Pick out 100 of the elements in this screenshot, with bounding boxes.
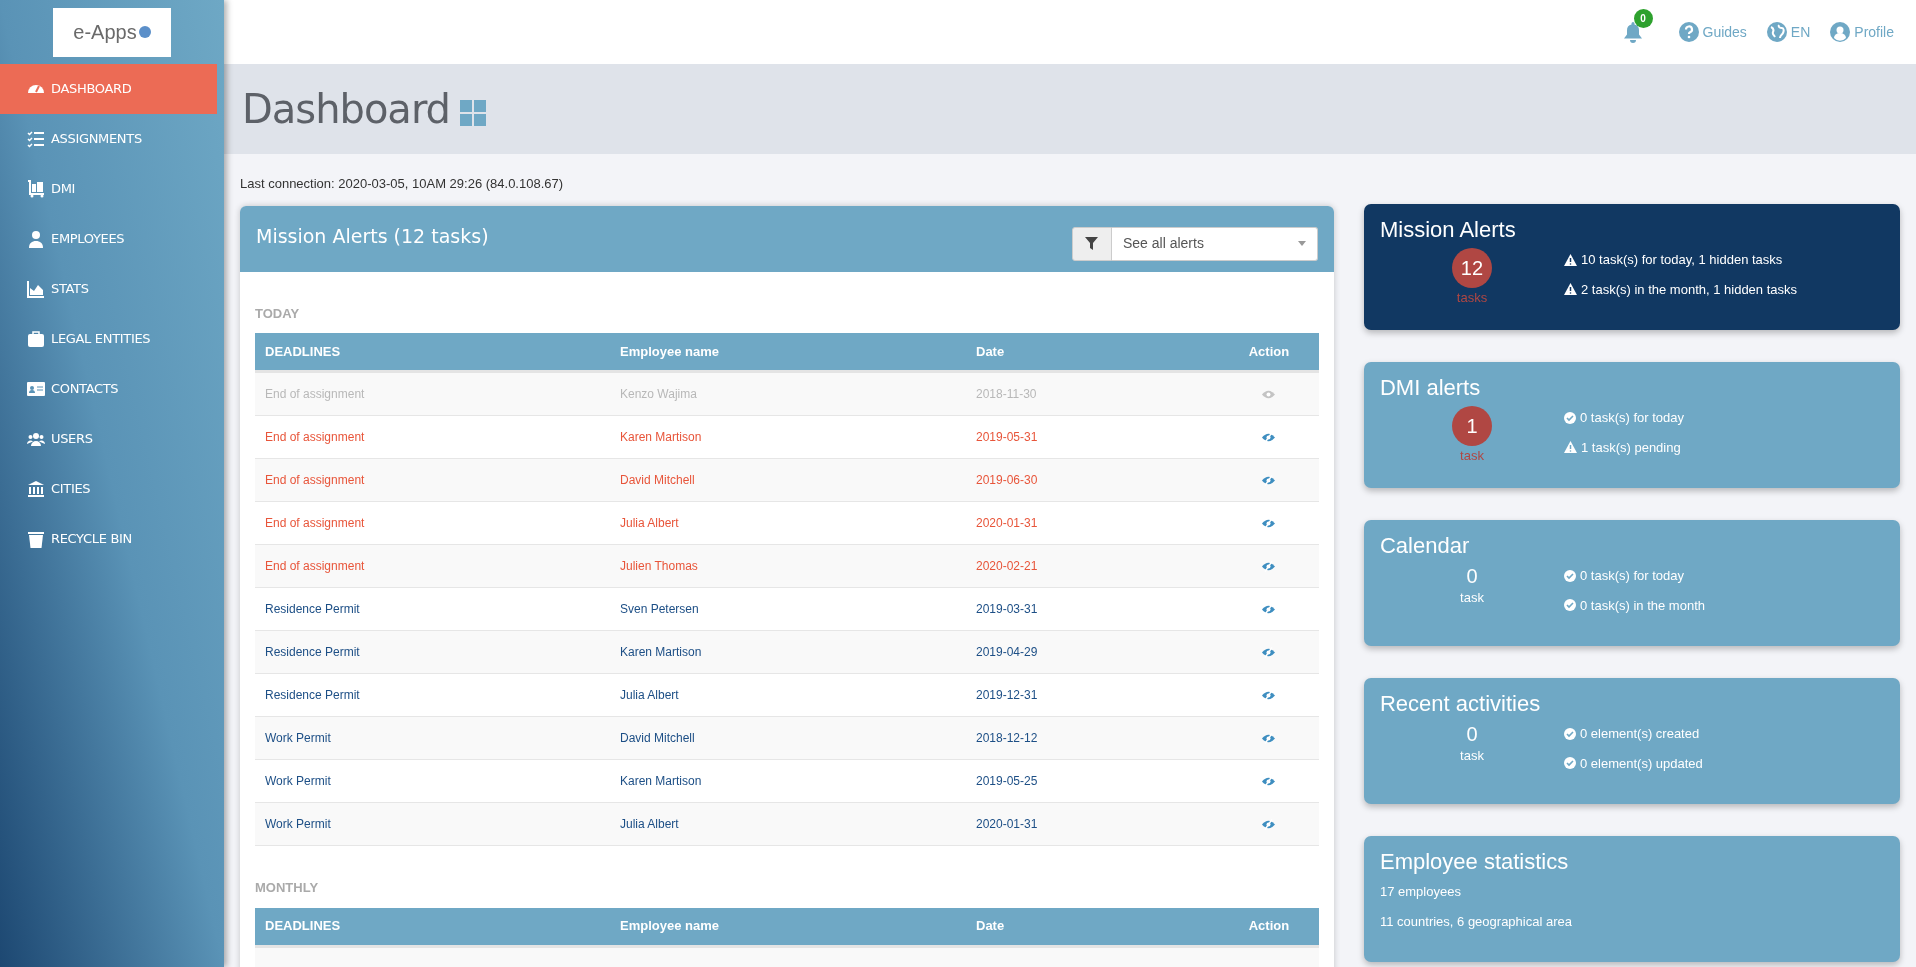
table-cell-text: Residence Permit [264,601,361,618]
table-cell-text: David Mitchell [620,730,696,747]
card-line: 1 task(s) pending [1580,438,1681,457]
filter-icon [1085,237,1099,250]
view-button[interactable] [1262,689,1276,701]
table-cell-text: 2018-11-30 [976,386,1038,403]
count-unit: task [1460,589,1484,607]
nav-item[interactable]: LEGAL ENTITIES [0,314,217,364]
table-cell-text: Kenzo Wajima [620,386,698,403]
nav-item[interactable]: ASSIGNMENTS [0,114,217,164]
card-line: 10 task(s) for today, 1 hidden tasks [1580,251,1783,269]
table-cell-text: 2019-06-30 [976,472,1039,489]
globe-icon [1766,22,1787,42]
eye-slash-icon [1262,646,1276,658]
nav-item[interactable]: RECYCLE BIN [0,514,217,564]
count-unit: task [1460,747,1484,765]
table-cell-text: Sven Petersen [620,601,700,618]
column-header: Action [1247,917,1291,936]
table-cell-text: Karen Martison [620,773,703,790]
notifications-button[interactable] [1622,21,1643,43]
table-cell-text: End of assignment [264,472,366,489]
table-cell-text: 2020-01-31 [976,816,1039,833]
topbar-link[interactable]: EN [1766,21,1811,43]
nav-item[interactable]: EMPLOYEES [0,214,217,264]
check-circle-icon [1563,599,1576,612]
suitcase-icon [27,330,45,348]
page-title: Dashboard [242,85,450,134]
column-header: DEADLINES [264,917,342,936]
card-line: 0 task(s) for today [1579,567,1684,585]
count-number: 0 [1466,722,1478,746]
nav-item[interactable]: DMI [0,164,217,214]
view-button[interactable] [1262,517,1276,529]
table-cell-text: Julien Thomas [620,558,699,575]
table-cell-text: Karen Martison [620,429,703,446]
view-button[interactable] [1262,818,1276,830]
alerts-select[interactable]: See all alerts [1111,226,1318,261]
warning-icon [1563,253,1577,266]
card-line: 11 countries, 6 geographical area [1379,912,1572,931]
table-cell-text: End of assignment [264,386,366,403]
table-cell-text: End of assignment [264,429,366,446]
nav-item[interactable]: USERS [0,414,217,464]
nav-item[interactable]: STATS [0,264,217,314]
eye-slash-icon [1262,431,1276,443]
eye-slash-icon [1262,689,1276,701]
section-heading: TODAY [255,304,301,323]
eye-slash-icon [1262,474,1276,486]
column-header: Employee name [620,342,720,361]
area-chart-icon [27,280,45,298]
eye-slash-icon [1262,560,1276,572]
nav-item[interactable]: DASHBOARD [0,64,217,114]
table-cell-text: End of assignment [264,558,366,575]
column-header: DEADLINES [264,342,342,361]
check-circle-icon [1563,411,1576,424]
check-circle-icon [1563,727,1576,740]
dot-icon [138,26,151,38]
section-heading: MONTHLY [255,879,320,897]
card-line: 0 element(s) updated [1579,754,1703,773]
view-button[interactable] [1262,560,1276,572]
view-button[interactable] [1262,775,1276,787]
table-cell-text: Karen Martison [620,644,703,661]
bank-icon [27,480,45,498]
count-badge: 12 [1451,248,1492,288]
view-button[interactable] [1262,732,1276,744]
table-cell-text: Residence Permit [264,644,361,661]
card-line: 0 element(s) created [1579,725,1700,743]
count-number: 0 [1466,564,1478,588]
card-line: 0 task(s) for today [1579,409,1684,427]
view-button[interactable] [1262,431,1276,443]
last-connection-text: Last connection: 2020-03-05, 10AM 29:26 (84.0.108.67) [240,175,565,193]
card-line: 0 task(s) in the month [1579,596,1705,615]
luggage-cart-icon [27,180,45,198]
warning-icon [1563,283,1577,296]
grid-icon [460,100,486,126]
card-title: Recent activities [1379,690,1542,718]
nav-item[interactable]: CITIES [0,464,217,514]
checklist-icon [27,130,45,148]
topbar-link[interactable]: Profile [1830,21,1894,43]
column-header: Employee name [620,917,720,936]
warning-icon [1563,441,1577,454]
topbar-link[interactable]: Guides [1678,21,1747,43]
view-button[interactable] [1262,646,1276,658]
card-line: 17 employees [1379,883,1461,901]
table-cell-text: Work Permit [264,773,332,790]
table-cell-text: Julia Albert [620,515,680,532]
eye-slash-icon [1262,732,1276,744]
view-button[interactable] [1262,474,1276,486]
filter-button[interactable] [1071,226,1112,261]
check-circle-icon [1563,757,1576,770]
column-header: Action [1247,342,1291,361]
count-badge: 1 [1451,406,1492,446]
card-title: Employee statistics [1379,848,1570,876]
nav-item[interactable]: CONTACTS [0,364,217,414]
user-circle-icon [1830,22,1851,42]
card-title: Mission Alerts [1379,216,1517,244]
table-cell-text: 2019-05-25 [976,773,1039,790]
view-button[interactable] [1262,603,1276,615]
eye-slash-icon [1262,775,1276,787]
logo[interactable]: e-Apps [53,7,171,57]
count-unit: task [1460,447,1484,465]
count-unit: tasks [1456,289,1488,307]
